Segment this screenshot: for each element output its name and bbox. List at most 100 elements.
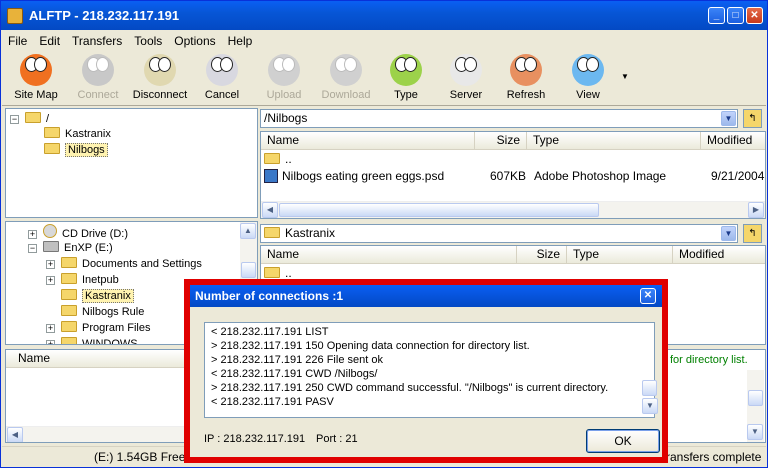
connect-button[interactable]: Connect [66, 53, 130, 105]
close-button[interactable]: ✕ [746, 7, 763, 24]
folder-icon [61, 321, 77, 332]
refresh-button[interactable]: Refresh [494, 53, 558, 105]
expand-icon[interactable]: + [46, 276, 55, 285]
col-size[interactable]: Size [475, 132, 527, 149]
col-type[interactable]: Type [527, 132, 701, 149]
scroll-down-icon[interactable]: ▼ [747, 424, 763, 440]
col-name[interactable]: Name [6, 350, 186, 367]
local-tree-item[interactable]: + WINDOWS [46, 336, 138, 344]
local-list-header: Name Size Type Modified [261, 246, 765, 264]
maximize-button[interactable]: □ [727, 7, 744, 24]
site-map-button[interactable]: Site Map [4, 53, 68, 105]
connections-dialog: Number of connections :1 ✕ < 218.232.117… [184, 279, 668, 463]
toolbar-overflow-icon[interactable]: ▼ [621, 72, 629, 81]
local-tree-item[interactable]: + Documents and Settings [46, 256, 202, 272]
remote-file-list: Name Size Type Modified .. Nilbogs eatin… [260, 131, 766, 219]
collapse-icon[interactable]: − [28, 244, 37, 253]
disconnect-button[interactable]: Disconnect [128, 53, 192, 105]
log-line: > 218.232.117.191 226 File sent ok [211, 354, 383, 366]
menu-bar: File Edit Transfers Tools Options Help [2, 31, 766, 51]
local-tree-item[interactable]: + CD Drive (D:) [28, 224, 128, 240]
type-icon [390, 54, 422, 86]
toolbar-label: Refresh [506, 89, 546, 101]
tree-item-label: Documents and Settings [82, 258, 202, 270]
file-name: .. [285, 266, 292, 280]
connection-log-scrollbar[interactable]: ▼ [642, 340, 659, 414]
file-name: .. [285, 152, 292, 166]
col-size[interactable]: Size [517, 246, 567, 263]
cd-drive-icon [43, 224, 57, 238]
transfer-header: Name [6, 350, 186, 368]
scroll-down-icon[interactable]: ▼ [642, 398, 658, 414]
chevron-down-icon[interactable]: ▼ [721, 226, 736, 241]
expand-icon[interactable]: + [46, 260, 55, 269]
local-path-combo[interactable]: Kastranix ▼ [260, 224, 738, 243]
chevron-down-icon[interactable]: ▼ [721, 111, 736, 126]
menu-options[interactable]: Options [174, 34, 215, 48]
dialog-title-bar[interactable]: Number of connections :1 ✕ [190, 285, 662, 307]
scroll-left-icon[interactable]: ◀ [262, 202, 278, 218]
minimize-button[interactable]: _ [708, 7, 725, 24]
local-tree-item[interactable]: + Program Files [46, 320, 150, 336]
title-bar[interactable]: ALFTP - 218.232.117.191 _ □ ✕ [1, 1, 767, 30]
menu-transfers[interactable]: Transfers [72, 34, 122, 48]
menu-tools[interactable]: Tools [134, 34, 162, 48]
scroll-left-icon[interactable]: ◀ [7, 427, 23, 442]
menu-file[interactable]: File [8, 34, 27, 48]
local-up-folder-button[interactable]: ↰ [743, 224, 762, 243]
remote-tree-root[interactable]: − / [10, 111, 49, 127]
expand-icon[interactable]: + [28, 230, 37, 239]
folder-icon [61, 273, 77, 284]
close-icon[interactable]: ✕ [640, 288, 656, 304]
col-name[interactable]: Name [261, 132, 475, 149]
scroll-thumb[interactable] [241, 262, 256, 278]
site-map-icon [20, 54, 52, 86]
tree-item-label: Nilbogs [65, 143, 108, 157]
list-item[interactable]: Nilbogs eating green eggs.psd 607KB Adob… [264, 168, 765, 185]
folder-icon [264, 227, 280, 238]
scroll-up-icon[interactable]: ▲ [240, 223, 256, 239]
upload-icon [268, 54, 300, 86]
cancel-icon [206, 54, 238, 86]
col-name[interactable]: Name [261, 246, 517, 263]
folder-icon [44, 127, 60, 138]
local-tree-item[interactable]: Kastranix [46, 288, 134, 304]
local-tree-item[interactable]: − EnXP (E:) [28, 240, 113, 256]
connection-log[interactable]: < 218.232.117.191 LIST > 218.232.117.191 … [204, 322, 655, 418]
server-button[interactable]: Server [434, 53, 498, 105]
col-type[interactable]: Type [567, 246, 673, 263]
type-button[interactable]: Type [374, 53, 438, 105]
dialog-title: Number of connections :1 [195, 289, 344, 303]
menu-help[interactable]: Help [228, 34, 253, 48]
log-line: > 218.232.117.191 250 CWD command succes… [211, 382, 609, 394]
scroll-thumb[interactable] [642, 380, 657, 396]
remote-up-folder-button[interactable]: ↰ [743, 109, 762, 128]
scroll-right-icon[interactable]: ▶ [748, 202, 764, 218]
log-vscroll[interactable]: ▼ [747, 370, 764, 442]
scroll-thumb[interactable] [748, 390, 763, 406]
expand-icon[interactable]: + [46, 324, 55, 333]
toolbar-label: Server [449, 89, 483, 101]
col-modified[interactable]: Modified [673, 246, 765, 263]
remote-list-hscroll[interactable]: ◀ ▶ [261, 201, 765, 218]
remote-tree: − / Kastranix Nilbogs [5, 108, 258, 218]
remote-tree-item-kastranix[interactable]: Kastranix [44, 126, 111, 142]
scroll-thumb[interactable] [279, 203, 599, 217]
download-icon [330, 54, 362, 86]
local-tree-item[interactable]: Nilbogs Rule [46, 304, 144, 320]
photoshop-file-icon [264, 169, 278, 183]
menu-edit[interactable]: Edit [39, 34, 60, 48]
upload-button[interactable]: Upload [252, 53, 316, 105]
remote-tree-item-nilbogs[interactable]: Nilbogs [44, 142, 108, 158]
col-modified[interactable]: Modified [701, 132, 765, 149]
view-button[interactable]: View [556, 53, 620, 105]
expand-icon[interactable]: + [46, 340, 55, 344]
download-button[interactable]: Download [314, 53, 378, 105]
log-hscroll[interactable]: ◀ [6, 426, 186, 442]
cancel-button[interactable]: Cancel [190, 53, 254, 105]
list-item[interactable]: .. [264, 151, 292, 168]
ok-button[interactable]: OK [586, 429, 660, 453]
collapse-icon[interactable]: − [10, 115, 19, 124]
local-tree-item[interactable]: + Inetpub [46, 272, 119, 288]
remote-path-combo[interactable]: /Nilbogs ▼ [260, 109, 738, 128]
